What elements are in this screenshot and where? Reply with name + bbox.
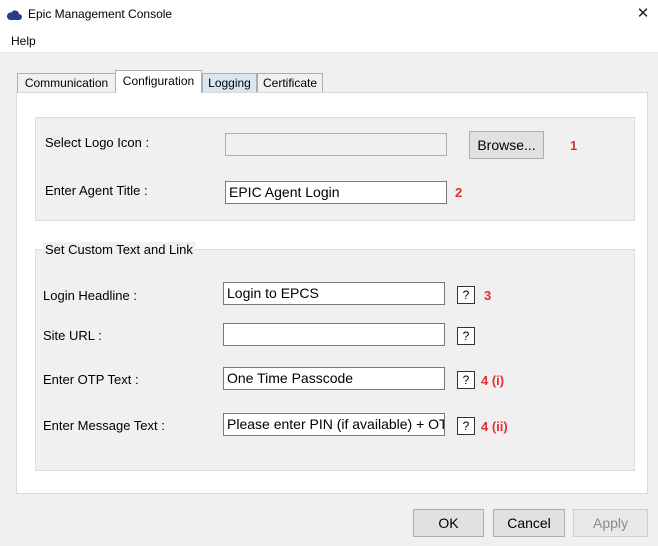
cloud-icon bbox=[6, 8, 22, 20]
tab-logging[interactable]: Logging bbox=[202, 73, 257, 92]
marker-3: 3 bbox=[484, 288, 492, 303]
menu-help[interactable]: Help bbox=[11, 34, 36, 48]
window-title: Epic Management Console bbox=[28, 7, 173, 21]
help-button-site-url[interactable]: ? bbox=[457, 327, 475, 345]
help-button-message-text[interactable]: ? bbox=[457, 417, 475, 435]
logo-path-field[interactable] bbox=[225, 133, 447, 156]
tab-configuration[interactable]: Configuration bbox=[115, 70, 202, 93]
agent-title-label: Enter Agent Title : bbox=[45, 183, 148, 198]
marker-2: 2 bbox=[455, 185, 463, 200]
logo-label: Select Logo Icon : bbox=[45, 135, 150, 150]
cancel-button[interactable]: Cancel bbox=[493, 509, 565, 537]
login-headline-field[interactable]: Login to EPCS bbox=[223, 282, 445, 305]
site-url-label: Site URL : bbox=[43, 328, 102, 343]
browse-button[interactable]: Browse... bbox=[469, 131, 544, 159]
tab-communication[interactable]: Communication bbox=[17, 73, 116, 92]
help-button-otp-text[interactable]: ? bbox=[457, 371, 475, 389]
marker-4-i: 4 (i) bbox=[481, 373, 505, 388]
apply-button[interactable]: Apply bbox=[573, 509, 648, 537]
site-url-field[interactable] bbox=[223, 323, 445, 346]
message-text-field[interactable]: Please enter PIN (if available) + OTP bbox=[223, 413, 445, 436]
custom-text-group-title: Set Custom Text and Link bbox=[43, 242, 195, 257]
title-bar: Epic Management Console ✕ bbox=[0, 0, 658, 30]
menu-bar: Help bbox=[0, 30, 658, 53]
marker-1: 1 bbox=[570, 138, 578, 153]
message-text-label: Enter Message Text : bbox=[43, 418, 165, 433]
agent-title-field[interactable]: EPIC Agent Login bbox=[225, 181, 447, 204]
tab-certificate[interactable]: Certificate bbox=[257, 73, 323, 92]
marker-4-ii: 4 (ii) bbox=[481, 419, 508, 434]
otp-text-label: Enter OTP Text : bbox=[43, 372, 139, 387]
otp-text-field[interactable]: One Time Passcode bbox=[223, 367, 445, 390]
login-headline-label: Login Headline : bbox=[43, 288, 137, 303]
help-button-login-headline[interactable]: ? bbox=[457, 286, 475, 304]
close-button[interactable]: ✕ bbox=[628, 0, 658, 30]
ok-button[interactable]: OK bbox=[413, 509, 484, 537]
